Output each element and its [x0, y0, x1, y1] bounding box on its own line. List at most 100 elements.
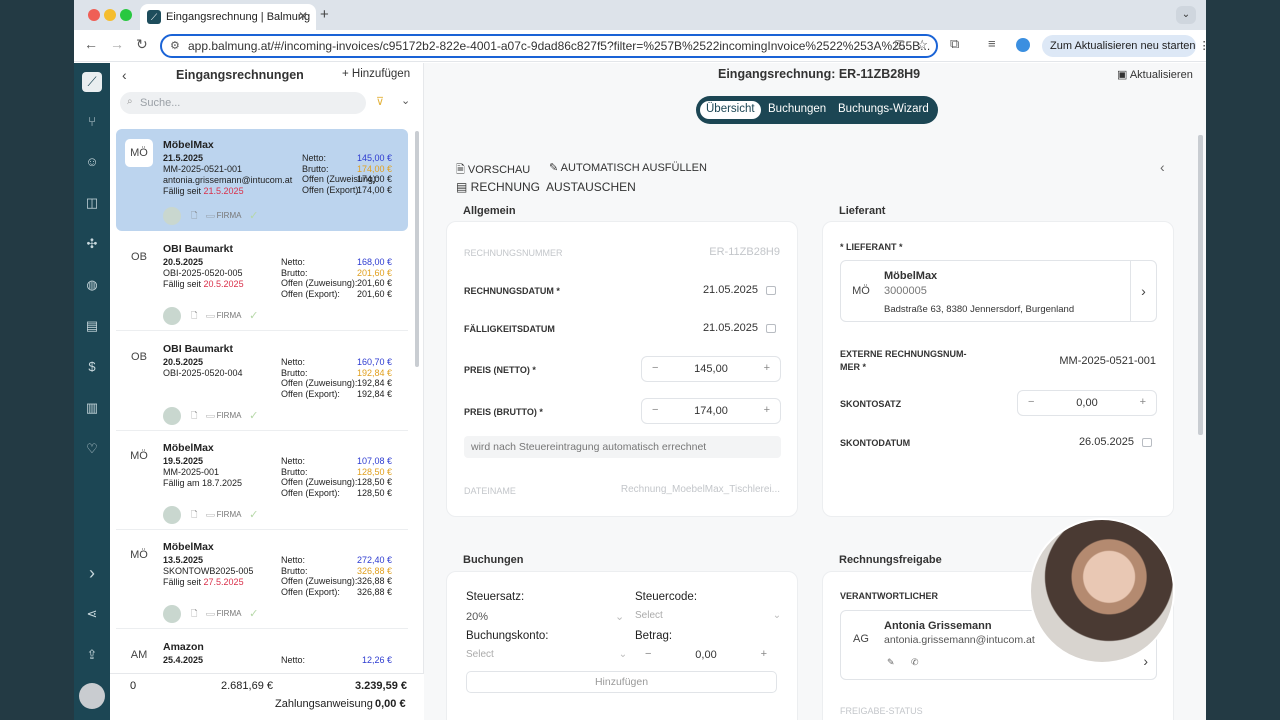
forward-icon[interactable]: → — [110, 36, 124, 52]
lieferant-avatar: MÖ — [852, 285, 870, 297]
buchungskonto-select[interactable]: Select ⌄ — [466, 649, 627, 660]
new-tab-button[interactable]: + — [320, 6, 329, 23]
close-window-button[interactable] — [88, 9, 100, 21]
list-scrollbar[interactable] — [415, 131, 419, 367]
invoice-card[interactable]: MÖ MöbelMax 13.5.2025 SKONTOWB2025-005 Fälli… — [116, 531, 408, 629]
plus-icon[interactable]: + — [1140, 396, 1146, 408]
replace-invoice-button[interactable]: ▤ RECHNUNG AUSTAUSCHEN — [456, 180, 636, 194]
supplier-name: MöbelMax — [163, 442, 214, 454]
chevron-left-icon[interactable]: ‹ — [1160, 159, 1165, 175]
app-logo-icon[interactable]: ⟋ — [82, 72, 102, 92]
refresh-label: Aktualisieren — [1129, 69, 1193, 81]
refresh-button[interactable]: ▣ Aktualisieren — [1117, 68, 1193, 81]
plus-icon[interactable]: + — [764, 362, 770, 374]
flow-icon[interactable]: ⑂ — [82, 112, 102, 132]
tab-uebersicht[interactable]: Übersicht — [700, 101, 761, 119]
invoice-card[interactable]: OB OBI Baumarkt 20.5.2025 OBI-2025-0520-005… — [116, 233, 408, 331]
amount-label: Brutto: — [302, 163, 329, 174]
upload-icon[interactable]: ⇪ — [82, 645, 102, 665]
update-button[interactable]: Zum Aktualisieren neu starten ⋮ — [1042, 35, 1206, 57]
share-icon[interactable]: ⋖ — [82, 604, 102, 624]
invoice-card[interactable]: OB OBI Baumarkt 20.5.2025 OBI-2025-0520-004… — [116, 333, 408, 431]
list-title: Eingangsrechnungen — [176, 68, 304, 82]
preview-button[interactable]: 🗎 VORSCHAU — [456, 161, 530, 180]
section-buchungen: Buchungen — [463, 554, 524, 566]
amount-label: Offen (Export): — [281, 487, 340, 498]
skontodatum-label: SKONTODATUM — [840, 438, 911, 448]
skontosatz-value: 0,00 — [1076, 397, 1098, 409]
preview-label: VORSCHAU — [467, 164, 531, 176]
media-control-icon[interactable]: ≡ — [988, 36, 996, 51]
add-booking-button[interactable]: Hinzufügen — [466, 671, 777, 693]
plus-icon[interactable]: + — [761, 648, 767, 660]
amount-offen-export: 174,00 € — [356, 184, 392, 195]
faelligkeitsdatum-field[interactable]: 21.05.2025 — [703, 322, 776, 334]
steuersatz-label: Steuersatz: — [466, 591, 525, 603]
autofill-button[interactable]: ✎ AUTOMATISCH AUSFÜLLEN — [549, 161, 707, 174]
filter-icon[interactable]: ⊽ — [376, 95, 384, 108]
close-tab-icon[interactable]: ✕ — [298, 9, 308, 23]
preis-netto-stepper[interactable]: −145,00 + — [641, 356, 781, 382]
browser-tab[interactable]: ⟋ Eingangsrechnung | Balmung ✕ — [140, 4, 316, 30]
user-avatar[interactable] — [79, 683, 105, 709]
lieferant-panel: * LIEFERANT * MÖ MöbelMax 3000005 Badstr… — [822, 221, 1174, 517]
amount-offen-zuweisung: 201,60 € — [356, 278, 392, 288]
amount-label: Netto: — [281, 456, 306, 466]
users-icon[interactable]: ☺ — [82, 152, 102, 172]
card-footer: 🗋 ▭ FIRMA ✓ — [163, 407, 257, 425]
supplier-name: MöbelMax — [163, 541, 214, 553]
person-avatar — [163, 506, 181, 524]
dollar-icon[interactable]: $ — [82, 357, 102, 377]
amount-label: Brutto: — [281, 367, 308, 378]
shopping-bag-icon[interactable]: ◫ — [82, 193, 102, 213]
chart-icon[interactable]: ▥ — [82, 398, 102, 418]
password-key-icon[interactable]: ⚿ — [895, 38, 904, 53]
invoice-card[interactable]: MÖ MöbelMax 19.5.2025 MM-2025-001 Fällig am … — [116, 432, 408, 530]
rechnungsdatum-field[interactable]: 21.05.2025 — [703, 284, 776, 296]
add-label: Hinzufügen — [351, 68, 411, 80]
steuercode-select[interactable]: Select ⌄ — [635, 610, 781, 621]
faelligkeitsdatum-label: FÄLLIGKEITSDATUM — [464, 324, 555, 334]
skontodatum-field[interactable]: 26.05.2025 — [1079, 436, 1152, 448]
add-invoice-button[interactable]: + Hinzufügen — [342, 68, 410, 80]
skontosatz-stepper[interactable]: −0,00 + — [1017, 390, 1157, 416]
expand-icon[interactable]: › — [82, 563, 102, 583]
collapse-icon[interactable]: ‹ — [122, 67, 127, 83]
chevron-right-icon[interactable]: › — [1130, 261, 1156, 321]
navigation-bar: ← → ↻ ⚙ app.balmung.at/#/incoming-invoice… — [74, 30, 1206, 62]
favicon-icon: ⟋ — [147, 10, 161, 24]
reload-icon[interactable]: ↻ — [136, 36, 148, 53]
phone-icon[interactable]: ✆ — [911, 657, 919, 668]
preis-brutto-stepper[interactable]: −174,00 + — [641, 398, 781, 424]
company-icon: ▭ — [206, 311, 215, 321]
main-scrollbar[interactable] — [1198, 135, 1203, 435]
plus-icon[interactable]: + — [764, 404, 770, 416]
address-bar[interactable]: ⚙ app.balmung.at/#/incoming-invoices/c951… — [160, 34, 938, 58]
chevron-right-icon[interactable]: › — [1143, 653, 1148, 669]
tab-buchungen[interactable]: Buchungen — [762, 101, 832, 119]
view-tabs: Übersicht Buchungen Buchungs-Wizard — [696, 96, 938, 124]
steuersatz-select[interactable]: 20% ⌄ — [466, 610, 624, 623]
book-icon[interactable]: ▤ — [82, 316, 102, 336]
minimize-window-button[interactable] — [104, 9, 116, 21]
tab-search-button[interactable]: ⌄ — [1176, 6, 1196, 24]
extensions-icon[interactable]: ⧉ — [950, 36, 959, 52]
search-input[interactable]: ⌕ Suche... — [120, 92, 366, 114]
globe-icon[interactable]: ◍ — [82, 275, 102, 295]
network-icon[interactable]: ✣ — [82, 234, 102, 254]
amount-label: Netto: — [281, 555, 306, 565]
betrag-stepper[interactable]: −0,00 + — [635, 644, 777, 666]
heart-icon[interactable]: ♡ — [82, 439, 102, 459]
edit-icon[interactable]: ✎ — [887, 657, 895, 668]
back-icon[interactable]: ← — [84, 36, 98, 52]
maximize-window-button[interactable] — [120, 9, 132, 21]
invoice-card[interactable]: MÖ MöbelMax 21.5.2025 MM-2025-0521-001 anton… — [116, 129, 408, 231]
site-info-icon[interactable]: ⚙ — [170, 39, 180, 52]
company-tag: FIRMA — [216, 411, 242, 421]
profile-icon[interactable] — [1016, 38, 1030, 52]
lieferant-card[interactable]: MÖ MöbelMax 3000005 Badstraße 63, 8380 J… — [840, 260, 1157, 322]
bookmark-star-icon[interactable]: ☆ — [916, 37, 928, 53]
tab-buchungs-wizard[interactable]: Buchungs-Wizard — [832, 101, 935, 119]
chevron-down-icon[interactable]: ⌄ — [401, 94, 410, 107]
ext-rn-label-2: MER * — [840, 362, 867, 372]
